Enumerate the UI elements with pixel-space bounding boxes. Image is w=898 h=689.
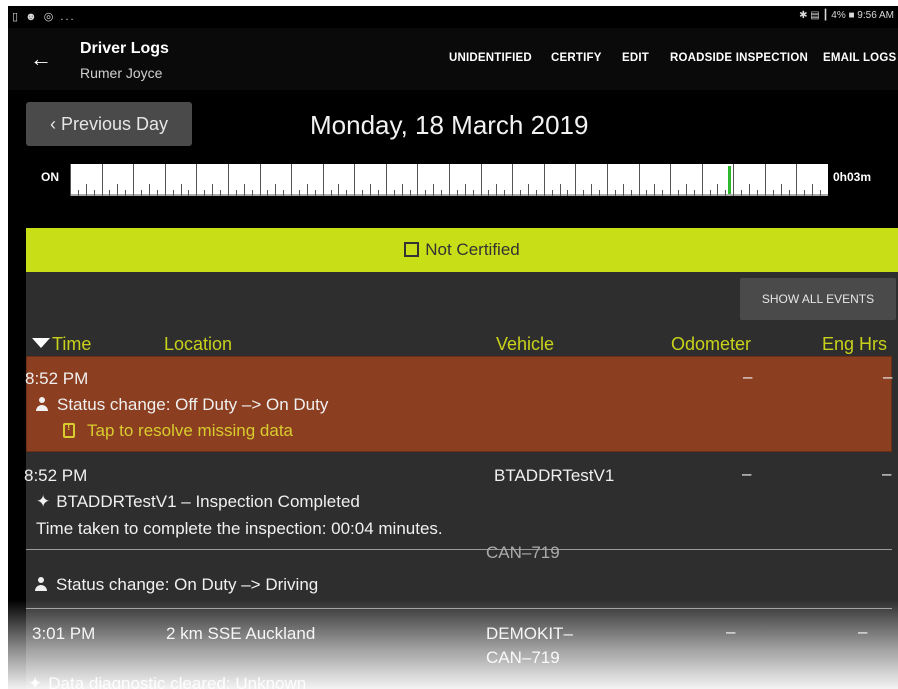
- checkbox-icon: [404, 242, 420, 257]
- event-time: 3:01 PM: [32, 624, 96, 643]
- timeline-duration: 0h03m: [833, 170, 872, 184]
- event-description: Status change: On Duty –> Driving: [34, 575, 318, 595]
- notification-icons: ▯ ☻ ◎ ...: [12, 11, 76, 23]
- previous-day-button[interactable]: ‹ Previous Day: [26, 102, 192, 146]
- event-time: 8:52 PM: [25, 369, 89, 388]
- certify-button[interactable]: CERTIFY: [551, 52, 602, 64]
- email-logs-button[interactable]: EMAIL LOGS: [823, 52, 896, 64]
- tablet-screen: ▯ ☻ ◎ ... ✱ ▤ ┃ 4% ■ 9:56 AM ← Driver Lo…: [8, 6, 898, 689]
- show-all-events-button[interactable]: SHOW ALL EVENTS: [740, 278, 896, 320]
- event-row[interactable]: CAN–719 Status change: On Duty –> Drivin…: [26, 543, 892, 609]
- driver-name: Rumer Joyce: [80, 65, 163, 81]
- sort-desc-icon: [32, 338, 50, 348]
- event-eng-hrs: –: [883, 367, 893, 386]
- event-vehicle: BTADDRTestV1: [494, 466, 615, 485]
- document-alert-icon: [63, 422, 75, 438]
- event-detail: Time taken to complete the inspection: 0…: [36, 519, 443, 538]
- event-vehicle: CAN–719: [486, 543, 560, 562]
- event-row[interactable]: 3:01 PM 2 km SSE Auckland DEMOKIT– CAN–7…: [26, 610, 892, 689]
- event-odometer: –: [742, 464, 752, 483]
- unidentified-button[interactable]: UNIDENTIFIED: [449, 52, 532, 64]
- column-header-time[interactable]: Time: [32, 334, 91, 355]
- sparkle-icon: ✦: [36, 492, 51, 511]
- person-icon: [34, 577, 48, 591]
- roadside-inspection-button[interactable]: ROADSIDE INSPECTION: [670, 52, 808, 64]
- duty-status-timeline[interactable]: [70, 164, 828, 196]
- certification-status: Not Certified: [425, 240, 520, 259]
- resolve-missing-data-link[interactable]: Tap to resolve missing data: [63, 421, 293, 441]
- event-odometer: –: [743, 367, 753, 386]
- event-time: 8:52 PM: [24, 466, 88, 485]
- event-description: Status change: Off Duty –> On Duty: [35, 395, 328, 415]
- timeline-status-label: ON: [41, 170, 59, 184]
- event-row[interactable]: 8:52 PM BTADDRTestV1 – – ✦ BTADDRTestV1 –…: [24, 452, 892, 550]
- event-vehicle-line2: CAN–719: [486, 648, 560, 667]
- event-location: 2 km SSE Auckland: [166, 624, 316, 643]
- sparkle-icon: ✦: [28, 674, 43, 689]
- app-bar: ← Driver Logs Rumer Joyce UNIDENTIFIED C…: [8, 28, 898, 90]
- event-eng-hrs: –: [858, 622, 868, 641]
- person-icon: [35, 397, 49, 411]
- event-row[interactable]: 8:52 PM – – Status change: Off Duty –> O…: [25, 356, 893, 452]
- event-eng-hrs: –: [882, 464, 892, 483]
- system-status-bar: ▯ ☻ ◎ ... ✱ ▤ ┃ 4% ■ 9:56 AM: [8, 6, 898, 28]
- timeline-activity-marker: [728, 166, 731, 194]
- column-header-eng-hrs[interactable]: Eng Hrs: [822, 334, 887, 355]
- log-date: Monday, 18 March 2019: [310, 110, 589, 140]
- column-header-odometer[interactable]: Odometer: [671, 334, 751, 355]
- event-odometer: –: [726, 622, 736, 641]
- column-header-vehicle[interactable]: Vehicle: [496, 334, 554, 355]
- certification-banner[interactable]: Not Certified: [26, 228, 898, 272]
- column-header-location[interactable]: Location: [164, 334, 232, 355]
- system-status-info: ✱ ▤ ┃ 4% ■ 9:56 AM: [799, 10, 894, 21]
- back-arrow-icon[interactable]: ←: [24, 42, 58, 76]
- edit-button[interactable]: EDIT: [622, 52, 649, 64]
- events-panel: SHOW ALL EVENTS Time Location Vehicle Od…: [24, 272, 898, 689]
- event-description: ✦ BTADDRTestV1 – Inspection Completed: [36, 492, 360, 511]
- event-description: ✦ Data diagnostic cleared: Unknown: [28, 674, 306, 689]
- event-vehicle-line1: DEMOKIT–: [486, 624, 573, 643]
- page-title: Driver Logs: [80, 40, 169, 57]
